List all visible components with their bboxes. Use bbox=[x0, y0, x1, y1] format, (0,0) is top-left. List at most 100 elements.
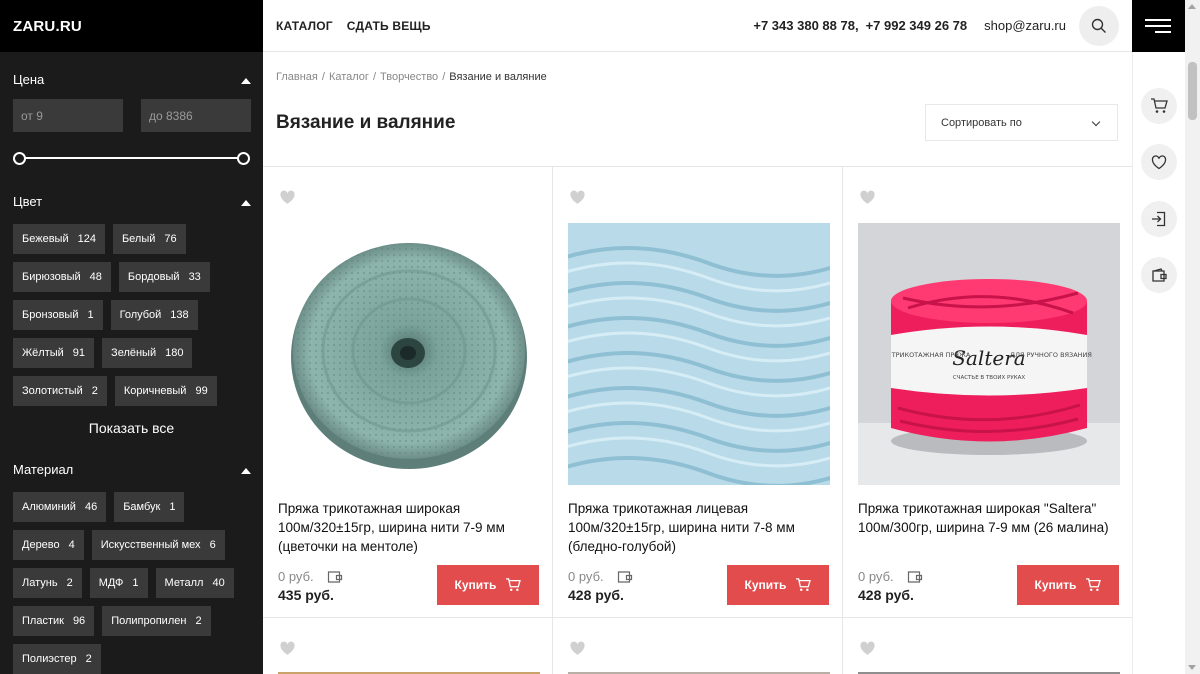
chevron-up-icon[interactable] bbox=[240, 75, 251, 85]
filter-tag[interactable]: Белый 76 bbox=[112, 224, 186, 254]
price-inputs bbox=[0, 99, 263, 132]
product-card[interactable]: Пряжа трикотажная широкая 100м/320±15гр,… bbox=[263, 167, 552, 617]
filter-tag[interactable]: Металл 40 bbox=[155, 568, 234, 598]
nav-sell[interactable]: СДАТЬ ВЕЩЬ bbox=[347, 19, 431, 33]
filter-tag-count: 6 bbox=[209, 539, 216, 551]
logo[interactable]: ZARU.RU bbox=[13, 18, 82, 35]
product-title[interactable]: Пряжа трикотажная широкая "Saltera" 100м… bbox=[858, 499, 1123, 537]
breadcrumb-current: Вязание и валяние bbox=[449, 71, 547, 83]
wallet-button[interactable] bbox=[1141, 257, 1177, 293]
search-button[interactable] bbox=[1079, 5, 1119, 46]
filter-tag-count: 33 bbox=[188, 271, 201, 283]
material-filter-header[interactable]: Материал bbox=[0, 462, 263, 477]
buy-button[interactable]: Купить bbox=[1017, 565, 1119, 605]
filter-tag[interactable]: Голубой 138 bbox=[110, 300, 198, 330]
product-card[interactable]: Пряжа трикотажная лицевая 100м/320±15гр,… bbox=[553, 167, 842, 617]
email-link[interactable]: shop@zaru.ru bbox=[984, 18, 1066, 33]
filter-tag[interactable]: Полиэстер 2 bbox=[13, 644, 101, 674]
material-tags: Алюминий 46 Бамбук 1 Дерево 4 Искусственный ме… bbox=[0, 492, 263, 674]
filter-tag-count: 138 bbox=[170, 309, 189, 321]
product-image[interactable]: Saltera ТРИКОТАЖНАЯ ПРЯЖА ДЛЯ РУЧНОГО ВЯ… bbox=[858, 223, 1120, 485]
filter-tag[interactable]: Латунь 2 bbox=[13, 568, 82, 598]
chevron-down-icon bbox=[1091, 117, 1101, 127]
filter-tag-label: Коричневый bbox=[123, 385, 187, 397]
cart-icon bbox=[796, 578, 812, 592]
old-price-value: 0 руб. bbox=[568, 569, 604, 584]
heart-icon[interactable] bbox=[279, 190, 296, 210]
cart-icon bbox=[1086, 578, 1102, 592]
chevron-up-icon[interactable] bbox=[240, 197, 251, 207]
buy-button-label: Купить bbox=[744, 578, 787, 592]
heart-icon[interactable] bbox=[859, 190, 876, 210]
old-price: 0 руб. bbox=[278, 569, 344, 584]
product-image[interactable] bbox=[568, 223, 830, 485]
filter-tag-count: 2 bbox=[195, 615, 202, 627]
right-action-bar bbox=[1132, 52, 1185, 674]
filter-tag-count: 2 bbox=[91, 385, 98, 397]
show-all-colors-link[interactable]: Показать все bbox=[0, 420, 263, 436]
login-button[interactable] bbox=[1141, 201, 1177, 237]
filter-tag[interactable]: Бронзовый 1 bbox=[13, 300, 103, 330]
filter-tag[interactable]: Зелёный 180 bbox=[102, 338, 193, 368]
filter-tag-label: МДФ bbox=[98, 577, 124, 589]
filter-tag[interactable]: Пластик 96 bbox=[13, 606, 95, 636]
filter-tag[interactable]: Дерево 4 bbox=[13, 530, 84, 560]
chevron-up-icon[interactable] bbox=[240, 465, 251, 475]
product-card[interactable]: Saltera ТРИКОТАЖНАЯ ПРЯЖА ДЛЯ РУЧНОГО ВЯ… bbox=[843, 167, 1132, 617]
filter-tag[interactable]: Бирюзовый 48 bbox=[13, 262, 111, 292]
heart-icon[interactable] bbox=[569, 190, 586, 210]
cart-button[interactable] bbox=[1141, 88, 1177, 124]
cart-icon bbox=[1151, 98, 1168, 113]
product-title[interactable]: Пряжа трикотажная лицевая 100м/320±15гр,… bbox=[568, 499, 833, 556]
filter-tag[interactable]: Золотистый 2 bbox=[13, 376, 107, 406]
top-header: КАТАЛОГ СДАТЬ ВЕЩЬ +7 343 380 88 78, +7 … bbox=[263, 0, 1132, 52]
breadcrumb-catalog[interactable]: Каталог bbox=[329, 71, 369, 83]
price-from-input[interactable] bbox=[13, 99, 123, 132]
burger-menu-button[interactable] bbox=[1132, 0, 1185, 52]
filter-tag[interactable]: Бордовый 33 bbox=[118, 262, 210, 292]
price-range-slider[interactable] bbox=[13, 152, 250, 165]
filter-tag-count: 4 bbox=[68, 539, 75, 551]
slider-handle-min[interactable] bbox=[13, 152, 26, 165]
phone-1[interactable]: +7 343 380 88 78, bbox=[753, 18, 858, 33]
heart-icon[interactable] bbox=[859, 641, 876, 661]
buy-button[interactable]: Купить bbox=[437, 565, 539, 605]
phone-2[interactable]: +7 992 349 26 78 bbox=[866, 18, 968, 33]
price-to-input[interactable] bbox=[141, 99, 251, 132]
heart-icon[interactable] bbox=[569, 641, 586, 661]
filter-tag[interactable]: Искусственный мех 6 bbox=[91, 530, 225, 560]
sort-select[interactable]: Сортировать по bbox=[925, 104, 1118, 141]
product-image[interactable] bbox=[278, 223, 540, 485]
page-scrollbar[interactable] bbox=[1185, 0, 1200, 674]
filter-tag[interactable]: Коричневый 99 bbox=[114, 376, 217, 406]
filter-tag[interactable]: МДФ 1 bbox=[89, 568, 148, 598]
filter-tag[interactable]: Бежевый 124 bbox=[13, 224, 105, 254]
color-tags: Бежевый 124 Белый 76 Бирюзовый 48 Бордовый 33 Бр… bbox=[0, 224, 263, 406]
breadcrumb-home[interactable]: Главная bbox=[276, 71, 318, 83]
filter-tag[interactable]: Бамбук 1 bbox=[114, 492, 185, 522]
filter-tag-count: 1 bbox=[87, 309, 94, 321]
scroll-up-arrow[interactable] bbox=[1188, 4, 1196, 9]
slider-handle-max[interactable] bbox=[237, 152, 250, 165]
scroll-thumb[interactable] bbox=[1188, 62, 1197, 120]
color-filter-header[interactable]: Цвет bbox=[0, 194, 263, 209]
breadcrumb-creativity[interactable]: Творчество bbox=[380, 71, 438, 83]
filter-tag[interactable]: Жёлтый 91 bbox=[13, 338, 95, 368]
heart-icon[interactable] bbox=[279, 641, 296, 661]
scroll-down-arrow[interactable] bbox=[1188, 665, 1196, 670]
saltera-label-left: ТРИКОТАЖНАЯ ПРЯЖА bbox=[891, 351, 971, 359]
filter-tag-label: Пластик bbox=[22, 615, 64, 627]
nav-catalog[interactable]: КАТАЛОГ bbox=[276, 19, 333, 33]
buy-button[interactable]: Купить bbox=[727, 565, 829, 605]
price-filter-header[interactable]: Цена bbox=[0, 72, 263, 87]
filter-tag-count: 124 bbox=[77, 233, 96, 245]
filter-tag[interactable]: Алюминий 46 bbox=[13, 492, 107, 522]
filter-tag-count: 96 bbox=[72, 615, 86, 627]
favorites-button[interactable] bbox=[1141, 144, 1177, 180]
filter-tag[interactable]: Полипропилен 2 bbox=[102, 606, 211, 636]
product-price: 428 руб. bbox=[568, 587, 624, 603]
filter-tag-count: 99 bbox=[195, 385, 208, 397]
wallet-icon bbox=[617, 571, 632, 583]
filter-tag-label: Бордовый bbox=[127, 271, 180, 283]
product-title[interactable]: Пряжа трикотажная широкая 100м/320±15гр,… bbox=[278, 499, 543, 556]
